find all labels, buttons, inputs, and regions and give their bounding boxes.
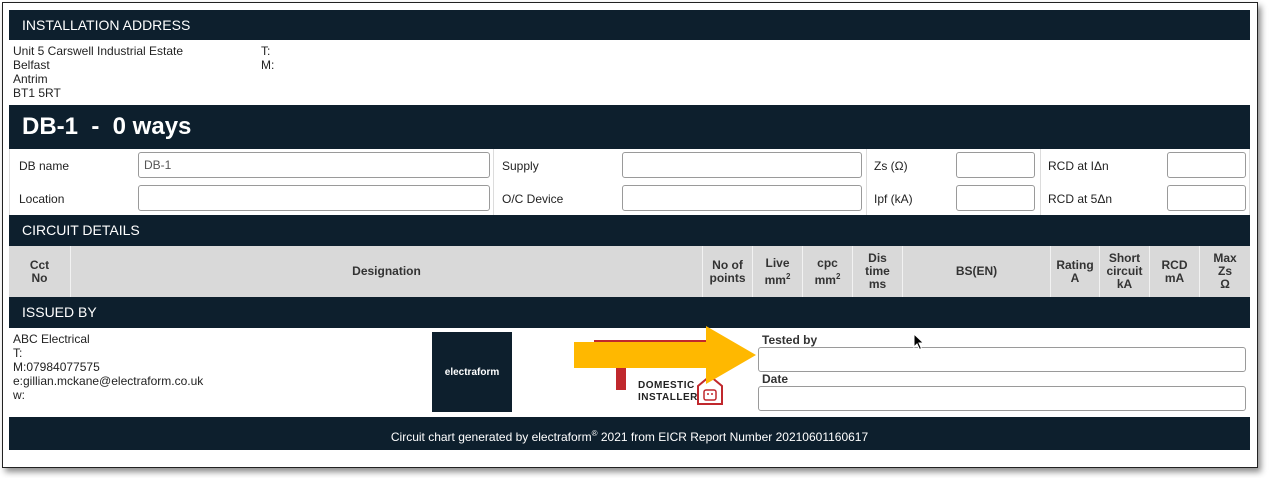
zs-input[interactable] [956, 152, 1035, 178]
issued-by-title: ISSUED BY [22, 304, 97, 320]
installation-address: Unit 5 Carswell Industrial Estate Belfas… [13, 44, 183, 100]
col-bs-en[interactable]: BS(EN) [903, 246, 1051, 297]
col-designation[interactable]: Designation [71, 246, 703, 297]
address-line: Unit 5 Carswell Industrial Estate [13, 44, 184, 58]
circuit-details-header: CIRCUIT DETAILS [9, 215, 1250, 246]
rcd-5dn-label: RCD at 5Δn [1048, 192, 1113, 206]
circuit-details-title: CIRCUIT DETAILS [22, 222, 140, 238]
issued-by-header: ISSUED BY [9, 297, 1250, 328]
rcd-idn-label: RCD at IΔn [1048, 159, 1109, 173]
zs-label: Zs (Ω) [874, 159, 908, 173]
issuer-web: w: [13, 388, 25, 402]
installation-phone-label: T: [261, 44, 271, 58]
oc-device-input[interactable] [622, 185, 862, 211]
installation-address-title: INSTALLATION ADDRESS [22, 17, 191, 33]
highlight-arrow-icon [574, 326, 756, 384]
db-header: DB-1 - 0 ways [9, 105, 1250, 149]
col-short-circuit[interactable]: Short circuit kA [1100, 246, 1150, 297]
rcd-idn-input[interactable] [1167, 152, 1246, 178]
col-rcd[interactable]: RCD mA [1150, 246, 1200, 297]
badge-line-2: INSTALLER [638, 392, 698, 403]
circuit-table-header: Cct No Designation No of points Live mm2 cp… [9, 246, 1250, 297]
db-name-input[interactable]: DB-1 [138, 152, 490, 178]
issuer-email: e:gillian.mckane@electraform.co.uk [13, 374, 204, 388]
location-input[interactable] [138, 185, 490, 211]
footer-text: Circuit chart generated by electraform® … [9, 417, 1250, 454]
oc-device-label: O/C Device [502, 192, 564, 206]
col-cpc[interactable]: cpc mm2 [803, 246, 853, 297]
col-rating[interactable]: Rating A [1051, 246, 1100, 297]
rcd-5dn-input[interactable] [1167, 185, 1246, 211]
footer-suffix: 2021 from EICR Report Number 20210601160… [597, 430, 869, 444]
db-details-grid: DB name DB-1 Location Supply O/C Device … [9, 149, 1250, 215]
report-footer: Circuit chart generated by electraform® … [9, 417, 1250, 450]
footer-prefix: Circuit chart generated by electraform [390, 430, 592, 444]
date-label: Date [762, 372, 789, 386]
issuer-mobile: M:07984077575 [13, 360, 100, 374]
mouse-cursor-icon [913, 333, 925, 351]
tested-by-label: Tested by [762, 333, 818, 347]
installation-address-header: INSTALLATION ADDRESS [9, 10, 1250, 40]
supply-label: Supply [502, 159, 539, 173]
location-label: Location [19, 192, 65, 206]
column-divider [866, 149, 867, 215]
address-line: Belfast [13, 58, 50, 72]
column-divider [493, 149, 494, 215]
issuer-company: ABC Electrical [13, 332, 90, 346]
ipf-label: Ipf (kA) [874, 192, 913, 206]
issuer-details: ABC Electrical T: M:07984077575 e:gillia… [13, 332, 203, 402]
installation-contact: T: M: [261, 44, 274, 72]
electraform-logo: electraform [432, 332, 512, 412]
col-live[interactable]: Live mm2 [753, 246, 803, 297]
issuer-phone: T: [13, 346, 23, 360]
db-heading: DB-1 - 0 ways [22, 113, 192, 140]
col-no-of-points[interactable]: No of points [703, 246, 753, 297]
supply-input[interactable] [622, 152, 862, 178]
address-line: BT1 5RT [13, 86, 61, 100]
col-cct-no[interactable]: Cct No [9, 246, 71, 297]
address-line: Antrim [13, 72, 48, 86]
ipf-input[interactable] [956, 185, 1035, 211]
tested-by-input[interactable] [758, 347, 1246, 372]
logo-text: electraform [444, 366, 500, 378]
col-dis-time[interactable]: Dis time ms [853, 246, 903, 297]
column-divider [1040, 149, 1041, 215]
col-max-zs[interactable]: Max Zs Ω [1200, 246, 1250, 297]
db-name-label: DB name [19, 159, 70, 173]
date-input[interactable] [758, 386, 1246, 411]
installation-mobile-label: M: [261, 58, 275, 72]
